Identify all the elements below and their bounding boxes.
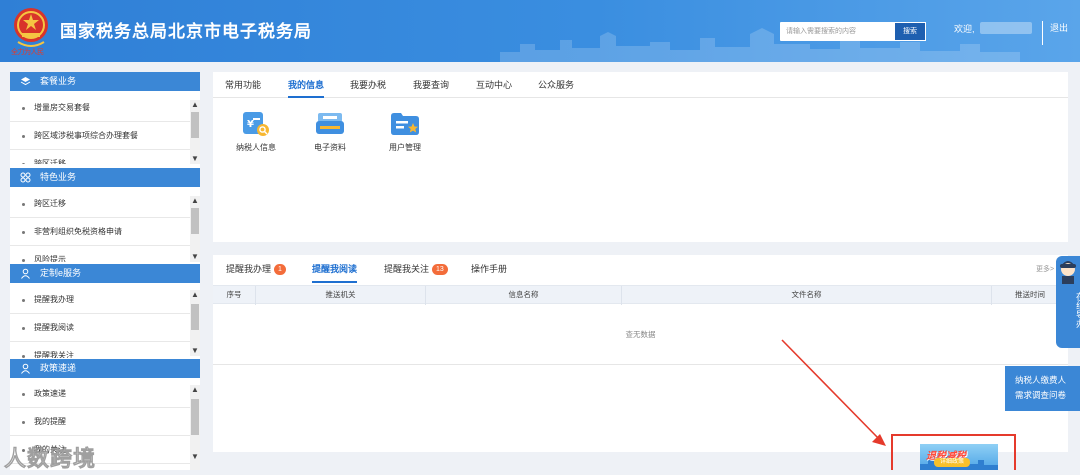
header-divider <box>1042 21 1043 45</box>
column-header: 文件名称 <box>622 286 992 305</box>
sidebar-section-title: 政策速递 <box>40 363 77 373</box>
scrollbar[interactable]: ▲ ▼ <box>190 385 200 470</box>
tab-label: 提醒我办理 <box>226 264 272 274</box>
scrollbar[interactable]: ▲ ▼ <box>190 290 200 356</box>
survey-line: 纳税人缴费人 <box>1015 375 1067 385</box>
sidebar-item[interactable]: 提醒我关注 <box>10 342 190 358</box>
app-user-management[interactable]: 用户管理 <box>365 110 445 153</box>
sidebar-item[interactable]: 非营利组织免税资格申请 <box>10 218 190 246</box>
sidebar-item[interactable]: 我的提醒 <box>10 408 190 436</box>
scroll-up-icon[interactable]: ▲ <box>190 385 200 395</box>
scrollbar-thumb[interactable] <box>191 399 199 435</box>
national-emblem-icon <box>14 8 48 47</box>
user-management-icon <box>391 113 419 135</box>
taxpayer-info-icon: ¥ <box>243 112 269 136</box>
search-input[interactable] <box>780 22 894 41</box>
sidebar-item[interactable]: 风险提示 <box>10 246 190 262</box>
app-label: 用户管理 <box>389 143 421 152</box>
more-link[interactable]: 更多> <box>1036 264 1054 274</box>
scroll-up-icon[interactable]: ▲ <box>190 100 200 110</box>
city-skyline-illustration <box>500 28 1020 62</box>
site-header: 全力为人民 国家税务总局北京市电子税务局 搜索 欢迎, 退出 <box>0 0 1080 62</box>
count-badge: 1 <box>274 264 286 275</box>
search-button[interactable]: 搜索 <box>894 22 926 41</box>
scroll-up-icon[interactable]: ▲ <box>190 290 200 300</box>
user-icon <box>21 268 30 279</box>
tab-query[interactable]: 我要查询 <box>413 72 449 98</box>
survey-banner[interactable]: 纳税人缴费人 需求调查问卷 <box>1005 366 1080 411</box>
sidebar-item[interactable]: 政策速递 <box>10 380 190 408</box>
sidebar-section-title: 特色业务 <box>40 172 77 182</box>
table-header: 序号 推送机关 信息名称 文件名称 推送时间 <box>213 285 1068 305</box>
scroll-up-icon[interactable]: ▲ <box>190 196 200 206</box>
sidebar-list-package: 增量房交易套餐 跨区域涉税事项综合办理套餐 跨区迁移 <box>10 94 190 164</box>
sidebar-section-custom[interactable]: 定制e服务 <box>10 264 200 283</box>
online-guide-button[interactable]: 在线导办 <box>1056 256 1080 348</box>
scrollbar[interactable]: ▲ ▼ <box>190 100 200 164</box>
watermark-logo: 人数跨境 <box>4 447 97 473</box>
tab-common-functions[interactable]: 常用功能 <box>225 72 261 98</box>
column-header: 信息名称 <box>426 286 622 305</box>
scroll-down-icon[interactable]: ▼ <box>190 154 200 164</box>
sidebar-list-custom: 提醒我办理 提醒我阅读 提醒我关注 <box>10 286 190 358</box>
layers-icon <box>20 77 31 86</box>
column-header: 推送机关 <box>256 286 426 305</box>
sidebar-section-policy[interactable]: 政策速递 <box>10 359 200 378</box>
site-title: 国家税务总局北京市电子税务局 <box>60 22 312 42</box>
tab-remind-handle[interactable]: 提醒我办理 1 <box>226 255 286 283</box>
count-badge: 13 <box>432 264 448 275</box>
app-label: 纳税人信息 <box>236 143 276 152</box>
scrollbar-thumb[interactable] <box>191 112 199 138</box>
scroll-down-icon[interactable]: ▼ <box>190 452 200 462</box>
tab-label: 操作手册 <box>471 264 508 274</box>
sidebar-item[interactable]: 提醒我办理 <box>10 286 190 314</box>
survey-line: 需求调查问卷 <box>1015 390 1067 400</box>
tab-tax-handling[interactable]: 我要办税 <box>350 72 386 98</box>
tax-refund-promo-banner[interactable]: 退税减税 详细政策 <box>920 444 998 470</box>
top-tab-bar: 常用功能 我的信息 我要办税 我要查询 互动中心 公众服务 <box>213 72 1068 98</box>
grid-icon <box>20 172 31 183</box>
sidebar-section-title: 套餐业务 <box>40 76 77 86</box>
app-label: 电子资料 <box>314 143 346 152</box>
tab-public-service[interactable]: 公众服务 <box>538 72 574 98</box>
scrollbar-thumb[interactable] <box>191 208 199 234</box>
sidebar-item[interactable]: 增量房交易套餐 <box>10 94 190 122</box>
sidebar-section-title: 定制e服务 <box>40 268 82 278</box>
sidebar-item[interactable]: 跨区域涉税事项综合办理套餐 <box>10 122 190 150</box>
emblem-subtitle: 全力为人民 <box>11 48 44 56</box>
tab-my-info[interactable]: 我的信息 <box>288 72 325 98</box>
user-icon <box>21 363 30 374</box>
app-taxpayer-info[interactable]: ¥ 纳税人信息 <box>216 110 296 153</box>
username-redacted <box>980 22 1032 34</box>
welcome-text: 欢迎, <box>954 24 975 34</box>
scroll-down-icon[interactable]: ▼ <box>190 252 200 262</box>
scrollbar[interactable]: ▲ ▼ <box>190 196 200 262</box>
sidebar-item[interactable]: 提醒我阅读 <box>10 314 190 342</box>
online-guide-label: 在线导办 <box>1075 292 1080 328</box>
sidebar-item[interactable]: 跨区迁移 <box>10 190 190 218</box>
electronic-documents-icon <box>316 113 344 134</box>
scrollbar-thumb[interactable] <box>191 304 199 330</box>
empty-state: 查无数据 <box>213 305 1068 365</box>
tab-label: 提醒我关注 <box>384 264 430 274</box>
promo-button[interactable]: 详细政策 <box>934 458 970 467</box>
service-agent-icon <box>1060 261 1076 284</box>
sidebar-section-package[interactable]: 套餐业务 <box>10 72 200 91</box>
svg-text:¥: ¥ <box>247 119 254 130</box>
tab-remind-read[interactable]: 提醒我阅读 <box>312 255 358 283</box>
sidebar-item[interactable]: 跨区迁移 <box>10 150 190 164</box>
tab-manual[interactable]: 操作手册 <box>471 255 507 283</box>
column-header: 序号 <box>213 286 256 305</box>
sidebar-section-featured[interactable]: 特色业务 <box>10 168 200 187</box>
sidebar-list-featured: 跨区迁移 非营利组织免税资格申请 风险提示 <box>10 190 190 262</box>
scroll-down-icon[interactable]: ▼ <box>190 346 200 356</box>
tab-remind-follow[interactable]: 提醒我关注 13 <box>384 255 448 283</box>
app-electronic-documents[interactable]: 电子资料 <box>290 110 370 153</box>
tab-interaction-center[interactable]: 互动中心 <box>476 72 512 98</box>
tab-label: 提醒我阅读 <box>312 264 358 274</box>
logout-link[interactable]: 退出 <box>1050 21 1068 34</box>
